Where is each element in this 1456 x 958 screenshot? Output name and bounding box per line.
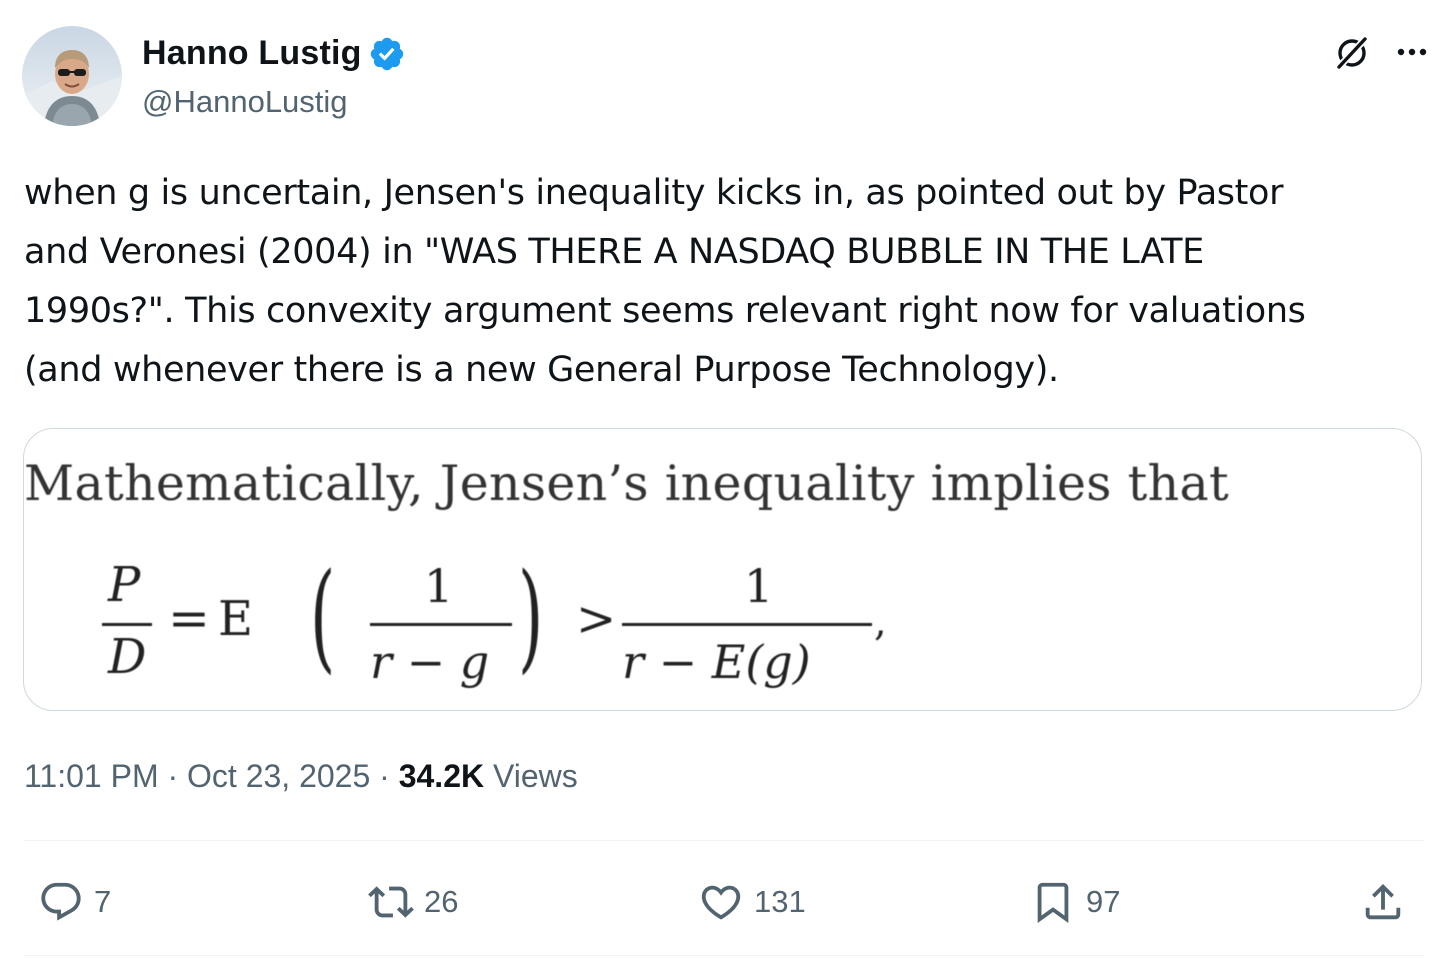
tweet-text-line: (and whenever there is a new General Pur… [24, 350, 1059, 390]
avatar[interactable] [22, 26, 122, 126]
action-bar: 7 26 131 97 [24, 872, 1424, 932]
formula: P D = E ( 1 r − g ) > 1 r − E(g) , [24, 429, 1024, 710]
like-button[interactable]: 131 [698, 872, 806, 932]
formula-lhs-numerator: P [108, 557, 141, 613]
reply-button[interactable]: 7 [38, 872, 111, 932]
heart-icon [701, 885, 741, 920]
formula-inner-denominator: r − g [370, 635, 490, 689]
formula-paren-close: ) [518, 547, 544, 685]
tweet-media-image[interactable]: Mathematically, Jensen’s inequality impl… [23, 428, 1422, 711]
more-icon[interactable] [1392, 32, 1432, 72]
formula-comma: , [874, 599, 887, 645]
tweet-time[interactable]: 11:01 PM [24, 758, 159, 794]
formula-paren-open: ( [310, 547, 336, 685]
formula-expectation: E [218, 591, 254, 647]
tweet-text: when g is uncertain, Jensen's inequality… [24, 164, 1424, 400]
bookmark-count: 97 [1086, 884, 1121, 919]
formula-equals: = [168, 589, 210, 647]
divider [24, 840, 1424, 841]
divider [24, 955, 1424, 956]
repost-count: 26 [424, 884, 459, 919]
views-count: 34.2K [398, 758, 485, 794]
tweet-text-line: and Veronesi (2004) in "WAS THERE A NASD… [24, 232, 1204, 272]
tweet-meta: 11:01 PM · Oct 23, 2025 · 34.2K Views [24, 758, 578, 795]
tweet-text-line: 1990s?". This convexity argument seems r… [24, 291, 1306, 331]
formula-rhs-denominator: r − E(g) [622, 635, 811, 689]
grok-icon[interactable] [1332, 32, 1372, 72]
repost-button[interactable]: 26 [368, 872, 458, 932]
formula-fraction-bar [370, 623, 512, 626]
tweet-text-line: when g is uncertain, Jensen's inequality… [24, 173, 1284, 213]
bookmark-icon [1037, 882, 1069, 923]
share-icon [1365, 883, 1401, 920]
reply-icon [41, 882, 81, 921]
author-name[interactable]: Hanno Lustig [142, 34, 362, 73]
share-button[interactable] [1360, 872, 1406, 932]
author-handle[interactable]: @HannoLustig [142, 84, 348, 120]
bookmark-button[interactable]: 97 [1030, 872, 1120, 932]
formula-inner-numerator: 1 [424, 559, 454, 613]
meta-separator: · [370, 758, 399, 794]
reply-count: 7 [94, 884, 112, 919]
views-label: Views [484, 758, 578, 794]
formula-fraction-bar [102, 623, 152, 626]
tweet-date[interactable]: Oct 23, 2025 [187, 758, 370, 794]
verified-badge-icon[interactable] [368, 35, 406, 73]
formula-fraction-bar [622, 623, 872, 626]
avatar-image [22, 26, 122, 126]
like-count: 131 [754, 884, 806, 919]
formula-greater-than: > [576, 591, 617, 647]
formula-lhs-denominator: D [108, 629, 147, 685]
formula-rhs-numerator: 1 [744, 559, 774, 613]
author-name-row: Hanno Lustig [142, 34, 406, 73]
repost-icon [368, 886, 414, 918]
meta-separator: · [158, 758, 188, 794]
tweet-header: Hanno Lustig @HannoLustig [22, 26, 1432, 126]
